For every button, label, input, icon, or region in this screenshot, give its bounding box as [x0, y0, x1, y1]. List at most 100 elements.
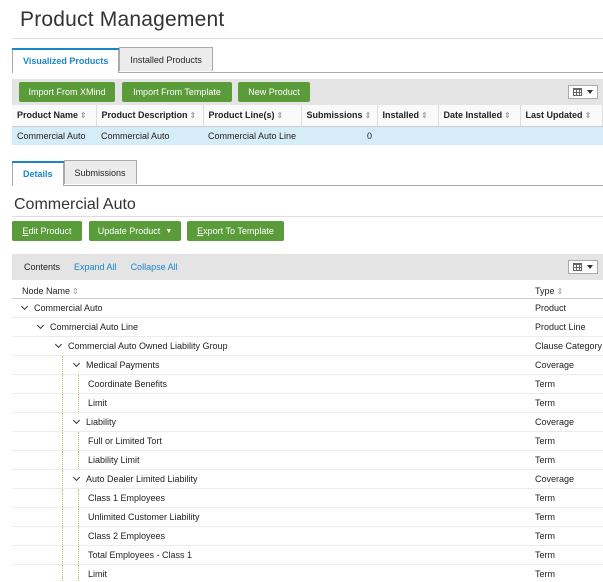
chevron-down-icon	[586, 265, 593, 269]
tree-node-label: Class 1 Employees	[88, 493, 166, 503]
tree-row[interactable]: Commercial Auto Owned Liability Group Cla…	[12, 337, 603, 356]
tree-node-type: Coverage	[535, 360, 575, 370]
page-title: Product Management	[20, 8, 225, 31]
chevron-down-icon[interactable]	[72, 416, 81, 425]
cell-product-description: Commercial Auto	[96, 126, 203, 145]
column-header-type[interactable]: Type ⇕	[535, 286, 563, 296]
tree-node: Medical Payments	[72, 359, 160, 370]
tree-row[interactable]: Medical Payments Coverage	[12, 356, 603, 375]
grid-icon	[573, 88, 583, 96]
tree-row[interactable]: Class 2 Employees Term	[12, 527, 603, 546]
edit-product-button[interactable]: Edit Product	[12, 221, 82, 241]
chevron-down-icon	[586, 90, 593, 94]
column-picker-button[interactable]	[568, 85, 598, 99]
column-header-node-name[interactable]: Node Name ⇕	[22, 286, 79, 296]
tree-row[interactable]: Liability Coverage	[12, 413, 603, 432]
cell-last-updated	[520, 126, 603, 145]
tree-guide-line	[62, 394, 63, 412]
tree-node-type: Term	[535, 379, 555, 389]
tree-node: Limit	[88, 569, 107, 579]
tree-row[interactable]: Total Employees - Class 1 Term	[12, 546, 603, 565]
tree-node-label: Commercial Auto Line	[50, 322, 139, 332]
tree-column-picker-button[interactable]	[568, 260, 598, 274]
cell-submissions: 0	[301, 126, 378, 145]
tree-row[interactable]: Commercial Auto Product	[12, 299, 603, 318]
tree-guide-line	[62, 451, 63, 469]
tree-row[interactable]: Limit Term	[12, 394, 603, 413]
tab-visualized-products[interactable]: Visualized Products	[12, 48, 120, 73]
tree-row[interactable]: Commercial Auto Line Product Line	[12, 318, 603, 337]
chevron-down-icon[interactable]	[72, 359, 81, 368]
import-xmind-button[interactable]: Import From XMind	[19, 82, 115, 102]
column-header-product-description[interactable]: Product Description ⇕	[96, 105, 204, 127]
tree-row[interactable]: Unlimited Customer Liability Term	[12, 508, 603, 527]
table-row[interactable]: Commercial Auto Commercial Auto Commerci…	[12, 126, 603, 145]
tree-node-label: Full or Limited Tort	[88, 436, 162, 446]
section-divider	[12, 216, 603, 217]
tree-node-type: Coverage	[535, 474, 575, 484]
tree-row[interactable]: Auto Dealer Limited Liability Coverage	[12, 470, 603, 489]
tree-node-type: Term	[535, 531, 555, 541]
tree-guide-line	[62, 470, 63, 488]
tree-node-type: Product	[535, 303, 567, 313]
tree-node-type: Term	[535, 398, 555, 408]
column-header-product-name[interactable]: Product Name ⇕	[12, 105, 97, 127]
chevron-down-icon[interactable]	[20, 302, 29, 311]
tree-node: Auto Dealer Limited Liability	[72, 473, 198, 484]
tree-row[interactable]: Limit Term	[12, 565, 603, 582]
tree-node-label: Commercial Auto Owned Liability Group	[68, 341, 228, 351]
export-template-button[interactable]: Export To Template	[187, 221, 284, 241]
tree-guide-line	[78, 394, 79, 412]
cell-product-lines: Commercial Auto Line	[203, 126, 302, 145]
tree-toolbar: Contents Expand All Collapse All	[12, 254, 603, 280]
tree-guide-line	[78, 451, 79, 469]
tree-node-label: Limit	[88, 569, 108, 579]
products-table: Product Name ⇕ Product Description ⇕ Produ…	[12, 105, 603, 145]
chevron-down-icon[interactable]	[72, 473, 81, 482]
column-header-installed[interactable]: Installed ⇕	[377, 105, 439, 127]
tree-guide-line	[78, 527, 79, 545]
tree-row[interactable]: Liability Limit Term	[12, 451, 603, 470]
column-header-date-installed[interactable]: Date Installed ⇕	[438, 105, 521, 127]
tree-guide-line	[62, 356, 63, 374]
tree-guide-line	[62, 508, 63, 526]
column-header-product-lines[interactable]: Product Line(s) ⇕	[203, 105, 302, 127]
tree-row[interactable]: Coordinate Benefits Term	[12, 375, 603, 394]
tree-guide-line	[62, 432, 63, 450]
tab-installed-products[interactable]: Installed Products	[119, 47, 213, 71]
update-product-button[interactable]: Update Product ▼	[89, 221, 181, 241]
tree-guide-line	[78, 489, 79, 507]
contents-label: Contents	[24, 262, 61, 272]
tree-guide-line	[62, 413, 63, 431]
tree-node-type: Term	[535, 455, 555, 465]
tree-row[interactable]: Full or Limited Tort Term	[12, 432, 603, 451]
chevron-down-icon[interactable]	[54, 340, 63, 349]
main-tabs: Visualized Products Installed Products	[12, 47, 603, 73]
tree-node: Unlimited Customer Liability	[88, 512, 200, 522]
tree-node: Limit	[88, 398, 107, 408]
import-template-button[interactable]: Import From Template	[122, 82, 232, 102]
tab-details[interactable]: Details	[12, 161, 64, 186]
tree-guide-line	[78, 375, 79, 393]
column-header-last-updated[interactable]: Last Updated ⇕	[520, 105, 603, 127]
new-product-button[interactable]: New Product	[238, 82, 310, 102]
chevron-down-icon[interactable]	[36, 321, 45, 330]
tree-guide-line	[62, 489, 63, 507]
tree-guide-line	[78, 432, 79, 450]
tree-guide-line	[78, 565, 79, 582]
tree-row[interactable]: Class 1 Employees Term	[12, 489, 603, 508]
tree-node-label: Class 2 Employees	[88, 531, 166, 541]
tree-node-type: Term	[535, 436, 555, 446]
tab-submissions[interactable]: Submissions	[63, 160, 137, 184]
collapse-all-link[interactable]: Collapse All	[131, 262, 178, 272]
tree-node-type: Coverage	[535, 417, 575, 427]
title-divider	[12, 38, 603, 39]
expand-all-link[interactable]: Expand All	[74, 262, 117, 272]
tree-node-type: Term	[535, 569, 555, 579]
tree-node-label: Liability	[86, 417, 117, 427]
tree-node: Liability Limit	[88, 455, 140, 465]
tree-node-type: Product Line	[535, 322, 586, 332]
cell-date-installed	[438, 126, 521, 145]
column-header-submissions[interactable]: Submissions ⇕	[301, 105, 378, 127]
tree-node-label: Coordinate Benefits	[88, 379, 168, 389]
